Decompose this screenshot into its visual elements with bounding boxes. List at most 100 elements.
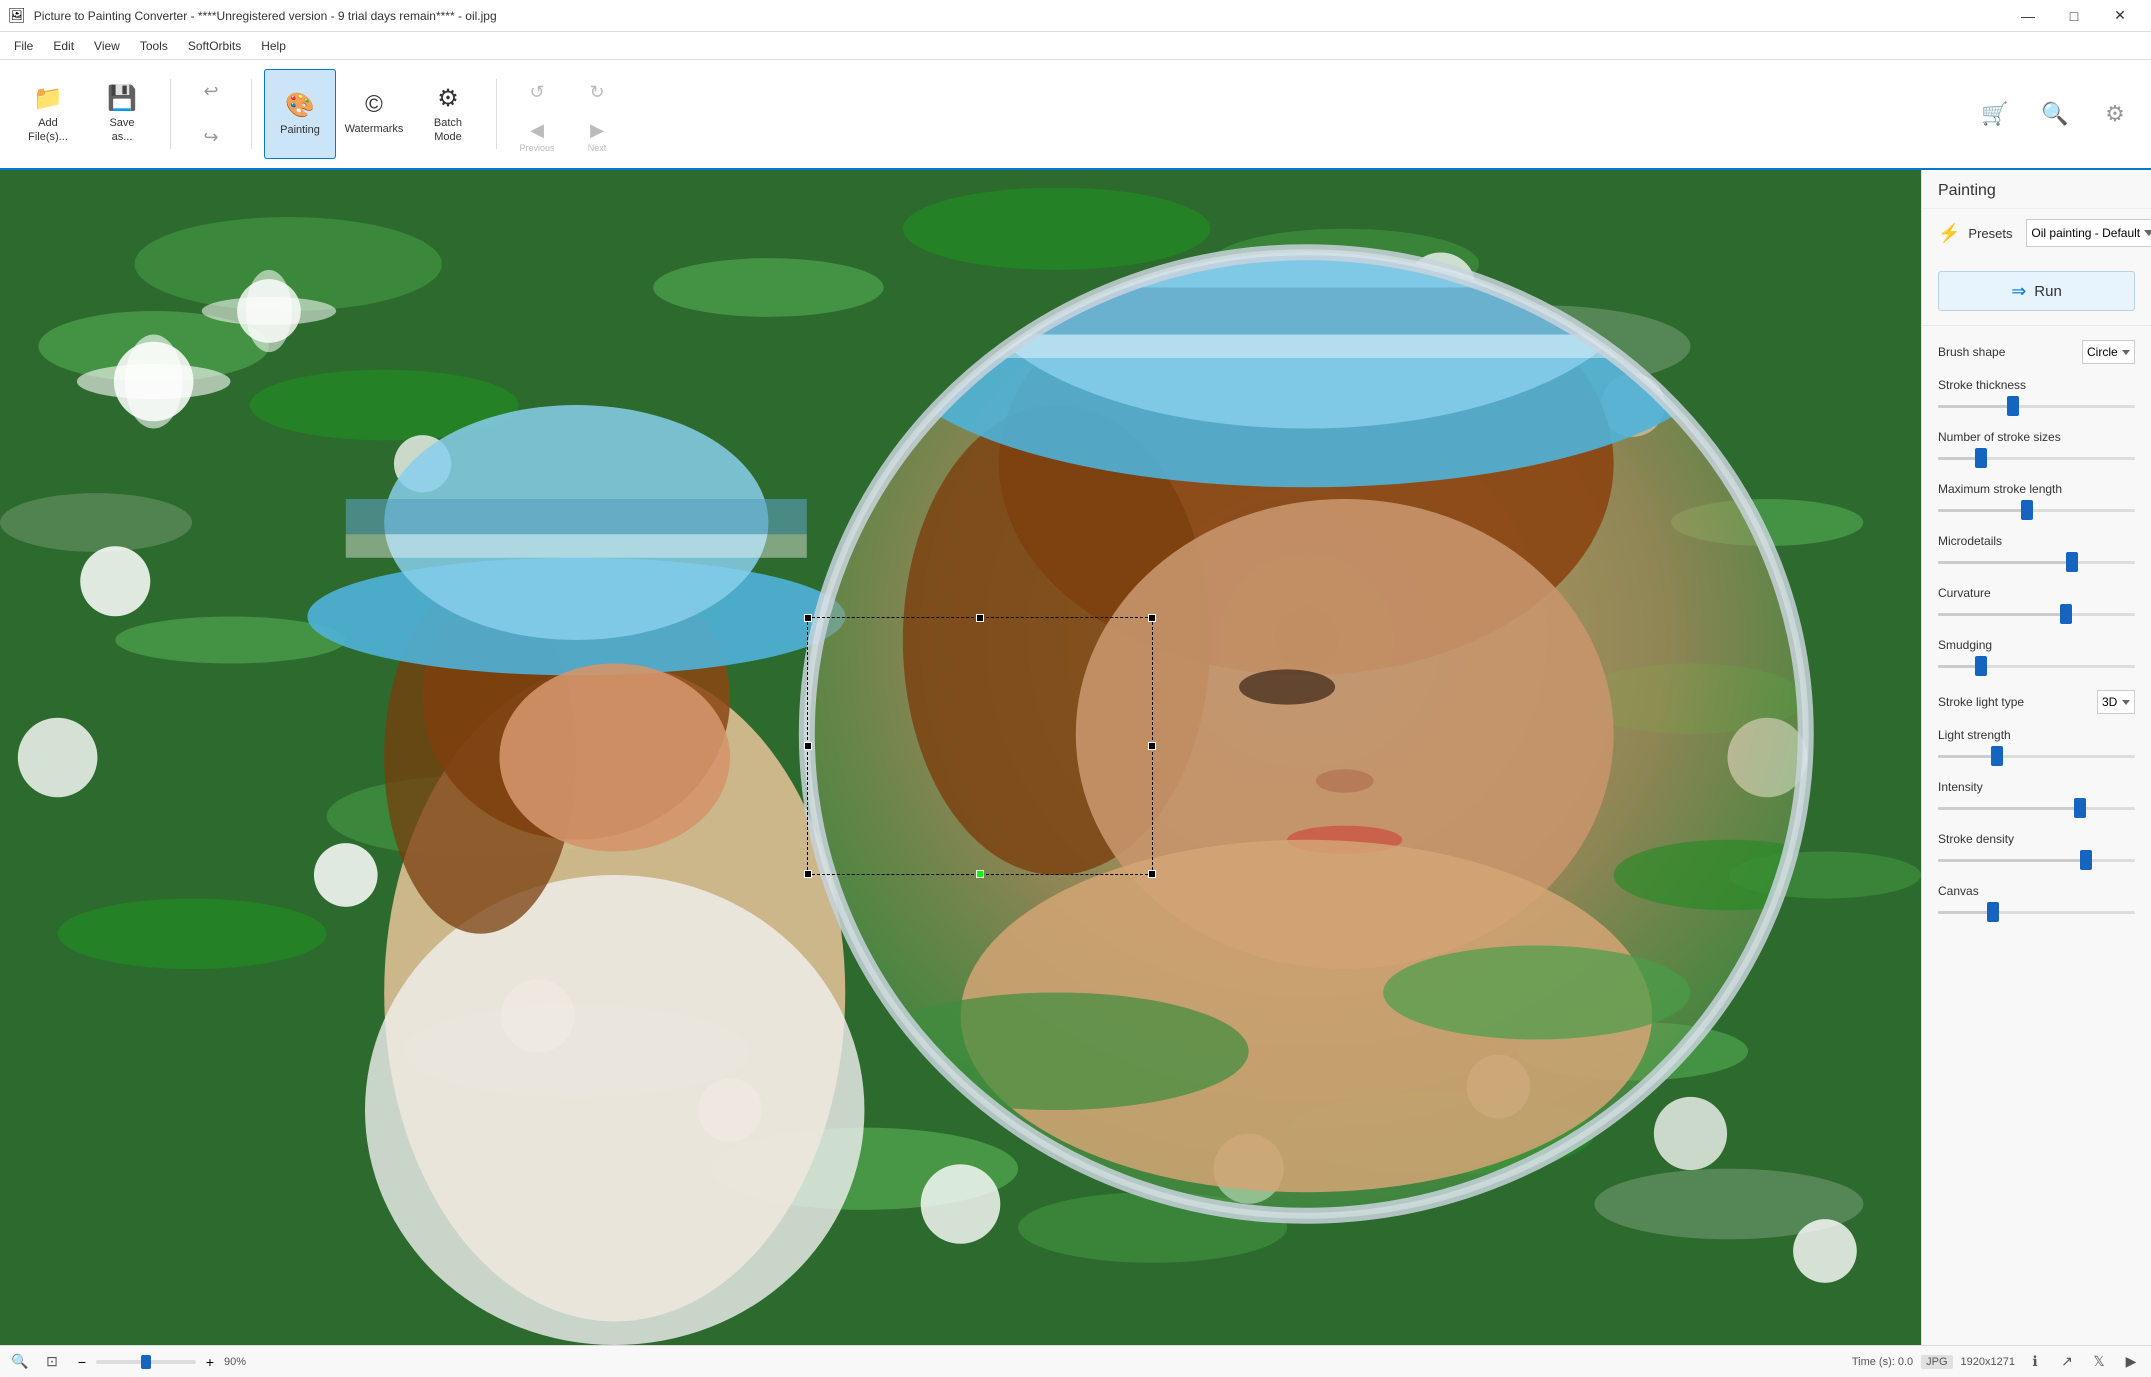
watermarks-icon: © <box>365 91 383 119</box>
intensity-thumb[interactable] <box>2074 798 2086 818</box>
rotate-right-button[interactable]: ↻ <box>569 70 625 114</box>
curvature-thumb[interactable] <box>2060 604 2072 624</box>
brush-shape-setting: Brush shape Circle <box>1938 340 2135 364</box>
youtube-button[interactable]: ▶ <box>2119 1350 2143 1374</box>
rotate-left-button[interactable]: ↺ <box>509 70 565 114</box>
save-as-button[interactable]: 💾 Save as... <box>86 69 158 159</box>
twitter-button[interactable]: 𝕏 <box>2087 1350 2111 1374</box>
mode-group: 🎨 Painting © Watermarks ⚙ Batch Mode <box>260 69 488 159</box>
zoom-control: − + 90% <box>72 1352 246 1372</box>
run-button[interactable]: ⇒ Run <box>1938 271 2135 311</box>
previous-icon: ◀ <box>530 120 544 141</box>
presets-select[interactable]: Oil painting - Default <box>2026 219 2151 247</box>
brush-shape-select[interactable]: Circle <box>2082 340 2135 364</box>
stroke-light-type-select[interactable]: 3D <box>2097 690 2135 714</box>
menu-file[interactable]: File <box>4 35 43 57</box>
intensity-track <box>1938 807 2135 810</box>
window-title: Picture to Painting Converter - ****Unre… <box>34 9 497 23</box>
next-label: Next <box>588 143 607 153</box>
canvas-thumb[interactable] <box>1987 902 1999 922</box>
previous-button[interactable]: ◀ Previous <box>509 114 565 158</box>
microdetails-fill <box>1938 561 2072 564</box>
curvature-track <box>1938 613 2135 616</box>
microdetails-thumb[interactable] <box>2066 552 2078 572</box>
max-stroke-length-setting: Maximum stroke length <box>1938 482 2135 520</box>
smudging-thumb[interactable] <box>1975 656 1987 676</box>
microdetails-track <box>1938 561 2135 564</box>
status-right: Time (s): 0.0 JPG 1920x1271 ℹ ↗ 𝕏 ▶ <box>1852 1350 2143 1374</box>
next-icon: ▶ <box>590 120 604 141</box>
canvas-setting: Canvas <box>1938 884 2135 922</box>
smudging-setting: Smudging <box>1938 638 2135 676</box>
batch-mode-button[interactable]: ⚙ Batch Mode <box>412 69 484 159</box>
status-zoom-fit-btn[interactable]: ⊡ <box>40 1350 64 1374</box>
share-button[interactable]: ↗ <box>2055 1350 2079 1374</box>
zoom-in-button[interactable]: + <box>200 1352 220 1372</box>
undo-button[interactable]: ↩ <box>183 69 239 113</box>
stroke-sizes-setting: Number of stroke sizes <box>1938 430 2135 468</box>
nav-group: ↺ ↻ ◀ Previous ▶ Next <box>505 70 629 158</box>
intensity-slider-container <box>1938 798 2135 818</box>
status-search-btn[interactable]: 🔍 <box>8 1350 32 1374</box>
stroke-thickness-setting: Stroke thickness <box>1938 378 2135 416</box>
toolbar-right-icons: 🛒 🔍 ⚙ <box>1967 92 2143 136</box>
zoom-slider[interactable] <box>96 1360 196 1364</box>
close-button[interactable]: ✕ <box>2097 0 2143 32</box>
info-button[interactable]: ℹ <box>2023 1350 2047 1374</box>
next-button[interactable]: ▶ Next <box>569 114 625 158</box>
add-files-button[interactable]: 📁 Add File(s)... <box>12 69 84 159</box>
minimize-button[interactable]: — <box>2005 0 2051 32</box>
max-stroke-length-thumb[interactable] <box>2021 500 2033 520</box>
max-stroke-length-track <box>1938 509 2135 512</box>
format-badge: JPG <box>1921 1355 1952 1369</box>
right-panel: Painting ⚡ Presets Oil painting - Defaul… <box>1921 170 2151 1345</box>
painting-label: Painting <box>280 124 320 137</box>
menu-tools[interactable]: Tools <box>130 35 178 57</box>
menu-softorbits[interactable]: SoftOrbits <box>178 35 251 57</box>
curvature-fill <box>1938 613 2066 616</box>
rotate-left-icon: ↺ <box>529 82 544 103</box>
stroke-thickness-track <box>1938 405 2135 408</box>
menu-edit[interactable]: Edit <box>43 35 84 57</box>
stroke-density-setting: Stroke density <box>1938 832 2135 870</box>
stroke-density-fill <box>1938 859 2086 862</box>
stroke-density-thumb[interactable] <box>2080 850 2092 870</box>
smudging-label: Smudging <box>1938 638 1992 652</box>
watermarks-button[interactable]: © Watermarks <box>338 69 410 159</box>
settings-button[interactable]: ⚙ <box>2087 92 2143 136</box>
save-as-icon: 💾 <box>107 84 137 113</box>
painting-button[interactable]: 🎨 Painting <box>264 69 336 159</box>
stroke-thickness-thumb[interactable] <box>2007 396 2019 416</box>
stroke-thickness-slider-container <box>1938 396 2135 416</box>
zoom-thumb[interactable] <box>141 1355 151 1369</box>
stroke-sizes-thumb[interactable] <box>1975 448 1987 468</box>
undo-redo-group: ↩ ↪ <box>179 69 243 159</box>
menu-view[interactable]: View <box>84 35 130 57</box>
light-strength-thumb[interactable] <box>1991 746 2003 766</box>
previous-label: Previous <box>519 143 554 153</box>
redo-button[interactable]: ↪ <box>183 115 239 159</box>
presets-label: Presets <box>1968 226 2018 241</box>
stroke-thickness-label: Stroke thickness <box>1938 378 2026 392</box>
zoom-out-button[interactable]: − <box>72 1352 92 1372</box>
maximize-button[interactable]: □ <box>2051 0 2097 32</box>
smudging-slider-container <box>1938 656 2135 676</box>
status-bar: 🔍 ⊡ − + 90% Time (s): 0.0 JPG 1920x1271 … <box>0 1345 2151 1377</box>
stroke-density-track <box>1938 859 2135 862</box>
app-icon: 🖼 <box>8 7 26 24</box>
max-stroke-length-slider-container <box>1938 500 2135 520</box>
main-layout: Painting ⚡ Presets Oil painting - Defaul… <box>0 170 2151 1345</box>
intensity-setting: Intensity <box>1938 780 2135 818</box>
search-button[interactable]: 🔍 <box>2027 92 2083 136</box>
light-strength-fill <box>1938 755 1997 758</box>
settings-icon: ⚙ <box>2105 101 2125 127</box>
light-strength-setting: Light strength <box>1938 728 2135 766</box>
title-bar-left: 🖼 Picture to Painting Converter - ****Un… <box>8 7 497 24</box>
menu-help[interactable]: Help <box>251 35 296 57</box>
canvas-area[interactable] <box>0 170 1921 1345</box>
cart-button[interactable]: 🛒 <box>1967 92 2023 136</box>
painting-background <box>0 170 1921 1345</box>
stroke-sizes-slider-container <box>1938 448 2135 468</box>
dimensions-display: 1920x1271 <box>1961 1356 2015 1368</box>
separator-1 <box>170 79 171 149</box>
